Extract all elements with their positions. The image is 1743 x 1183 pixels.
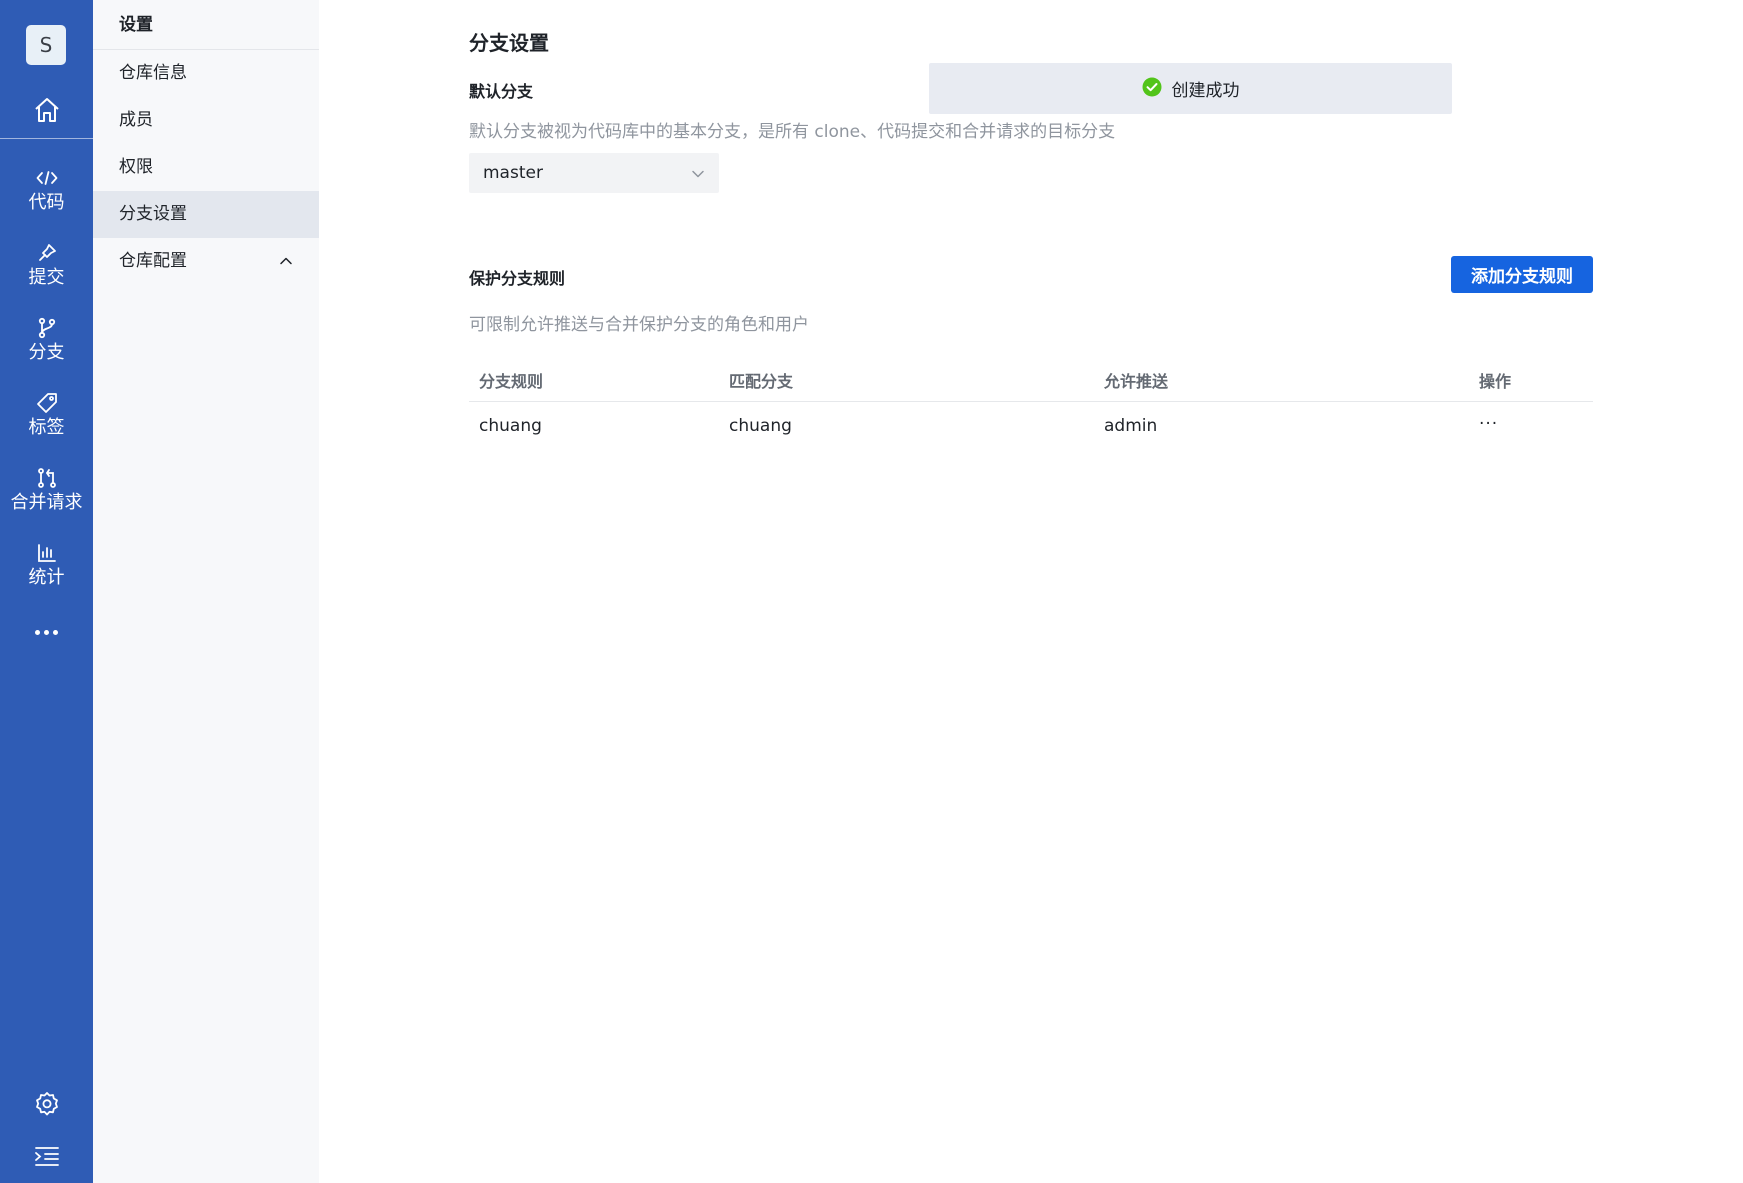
column-header-actions: 操作: [1479, 372, 1512, 391]
chevron-down-icon: [691, 164, 705, 183]
rail-item-label: 分支: [28, 342, 65, 363]
sidebar-title: 设置: [93, 0, 319, 50]
branch-icon: [37, 315, 57, 341]
tag-icon: [36, 390, 58, 416]
rail-item-label: 代码: [28, 192, 65, 213]
success-check-icon: [1142, 77, 1162, 101]
rail-item-label: 统计: [28, 567, 65, 588]
default-branch-label: 默认分支: [469, 82, 534, 101]
global-nav-rail: S 代码 提交 分支 标签 合并请求 统计: [0, 0, 93, 1183]
rail-item-merge-requests[interactable]: 合并请求: [0, 465, 93, 525]
bar-chart-icon: [37, 540, 57, 566]
sidebar-item-permissions[interactable]: 权限: [93, 144, 319, 191]
protected-branch-table: 分支规则 匹配分支 允许推送 操作 chuang chuang admin ··…: [469, 362, 1593, 446]
rail-item-label: 提交: [28, 267, 65, 288]
cell-push: admin: [1104, 416, 1158, 436]
cell-rule: chuang: [479, 416, 542, 436]
table-row: chuang chuang admin ···: [469, 402, 1593, 446]
pin-icon: [36, 240, 58, 266]
rail-divider: [0, 138, 93, 139]
column-header-rule: 分支规则: [479, 372, 544, 391]
home-button[interactable]: [0, 92, 93, 132]
default-branch-value: master: [483, 163, 543, 183]
sidebar-item-repo-config[interactable]: 仓库配置: [93, 238, 319, 285]
sidebar-item-label: 分支设置: [119, 204, 187, 224]
protected-branch-label: 保护分支规则: [469, 269, 566, 288]
avatar[interactable]: S: [26, 25, 66, 65]
rail-item-label: 标签: [28, 417, 65, 438]
chevron-up-icon: [279, 238, 293, 285]
settings-sidebar: 设置 仓库信息 成员 权限 分支设置 仓库配置: [93, 0, 319, 1183]
default-branch-description: 默认分支被视为代码库中的基本分支，是所有 clone、代码提交和合并请求的目标分…: [469, 122, 1116, 142]
rail-item-commits[interactable]: 提交: [0, 240, 93, 300]
toast-message: 创建成功: [1171, 81, 1240, 101]
sidebar-item-label: 仓库信息: [119, 63, 187, 83]
sidebar-item-members[interactable]: 成员: [93, 97, 319, 144]
protected-branch-description: 可限制允许推送与合并保护分支的角色和用户: [469, 315, 809, 335]
app-root: S 代码 提交 分支 标签 合并请求 统计 设置 仓库信息 成员 权限 分支设置…: [0, 0, 1743, 1183]
rail-item-label: 合并请求: [10, 492, 83, 513]
indent-collapse-icon: [34, 1145, 60, 1171]
collapse-nav-button[interactable]: [0, 1140, 93, 1176]
success-toast: 创建成功: [929, 63, 1452, 114]
cell-match: chuang: [729, 416, 792, 436]
add-branch-rule-button[interactable]: 添加分支规则: [1451, 256, 1593, 293]
home-icon: [32, 95, 62, 129]
default-branch-select[interactable]: master: [469, 153, 719, 193]
code-icon: [36, 165, 58, 191]
rail-item-code[interactable]: 代码: [0, 165, 93, 225]
rail-item-branches[interactable]: 分支: [0, 315, 93, 375]
merge-request-icon: [36, 465, 58, 491]
sidebar-item-repo-info[interactable]: 仓库信息: [93, 50, 319, 97]
rail-item-statistics[interactable]: 统计: [0, 540, 93, 600]
more-icon[interactable]: [0, 620, 93, 644]
settings-button[interactable]: [0, 1088, 93, 1124]
sidebar-item-label: 权限: [119, 157, 153, 177]
row-more-actions-button[interactable]: ···: [1479, 402, 1498, 446]
rail-item-tags[interactable]: 标签: [0, 390, 93, 450]
page-title: 分支设置: [469, 31, 549, 55]
column-header-match: 匹配分支: [729, 372, 794, 391]
table-header: 分支规则 匹配分支 允许推送 操作: [469, 362, 1593, 402]
main-content: 分支设置 默认分支 默认分支被视为代码库中的基本分支，是所有 clone、代码提…: [319, 0, 1743, 1183]
sidebar-item-label: 仓库配置: [119, 251, 187, 271]
sidebar-item-label: 成员: [119, 110, 153, 130]
gear-icon: [34, 1091, 60, 1121]
column-header-push: 允许推送: [1104, 372, 1169, 391]
sidebar-item-branch-settings[interactable]: 分支设置: [93, 191, 319, 238]
